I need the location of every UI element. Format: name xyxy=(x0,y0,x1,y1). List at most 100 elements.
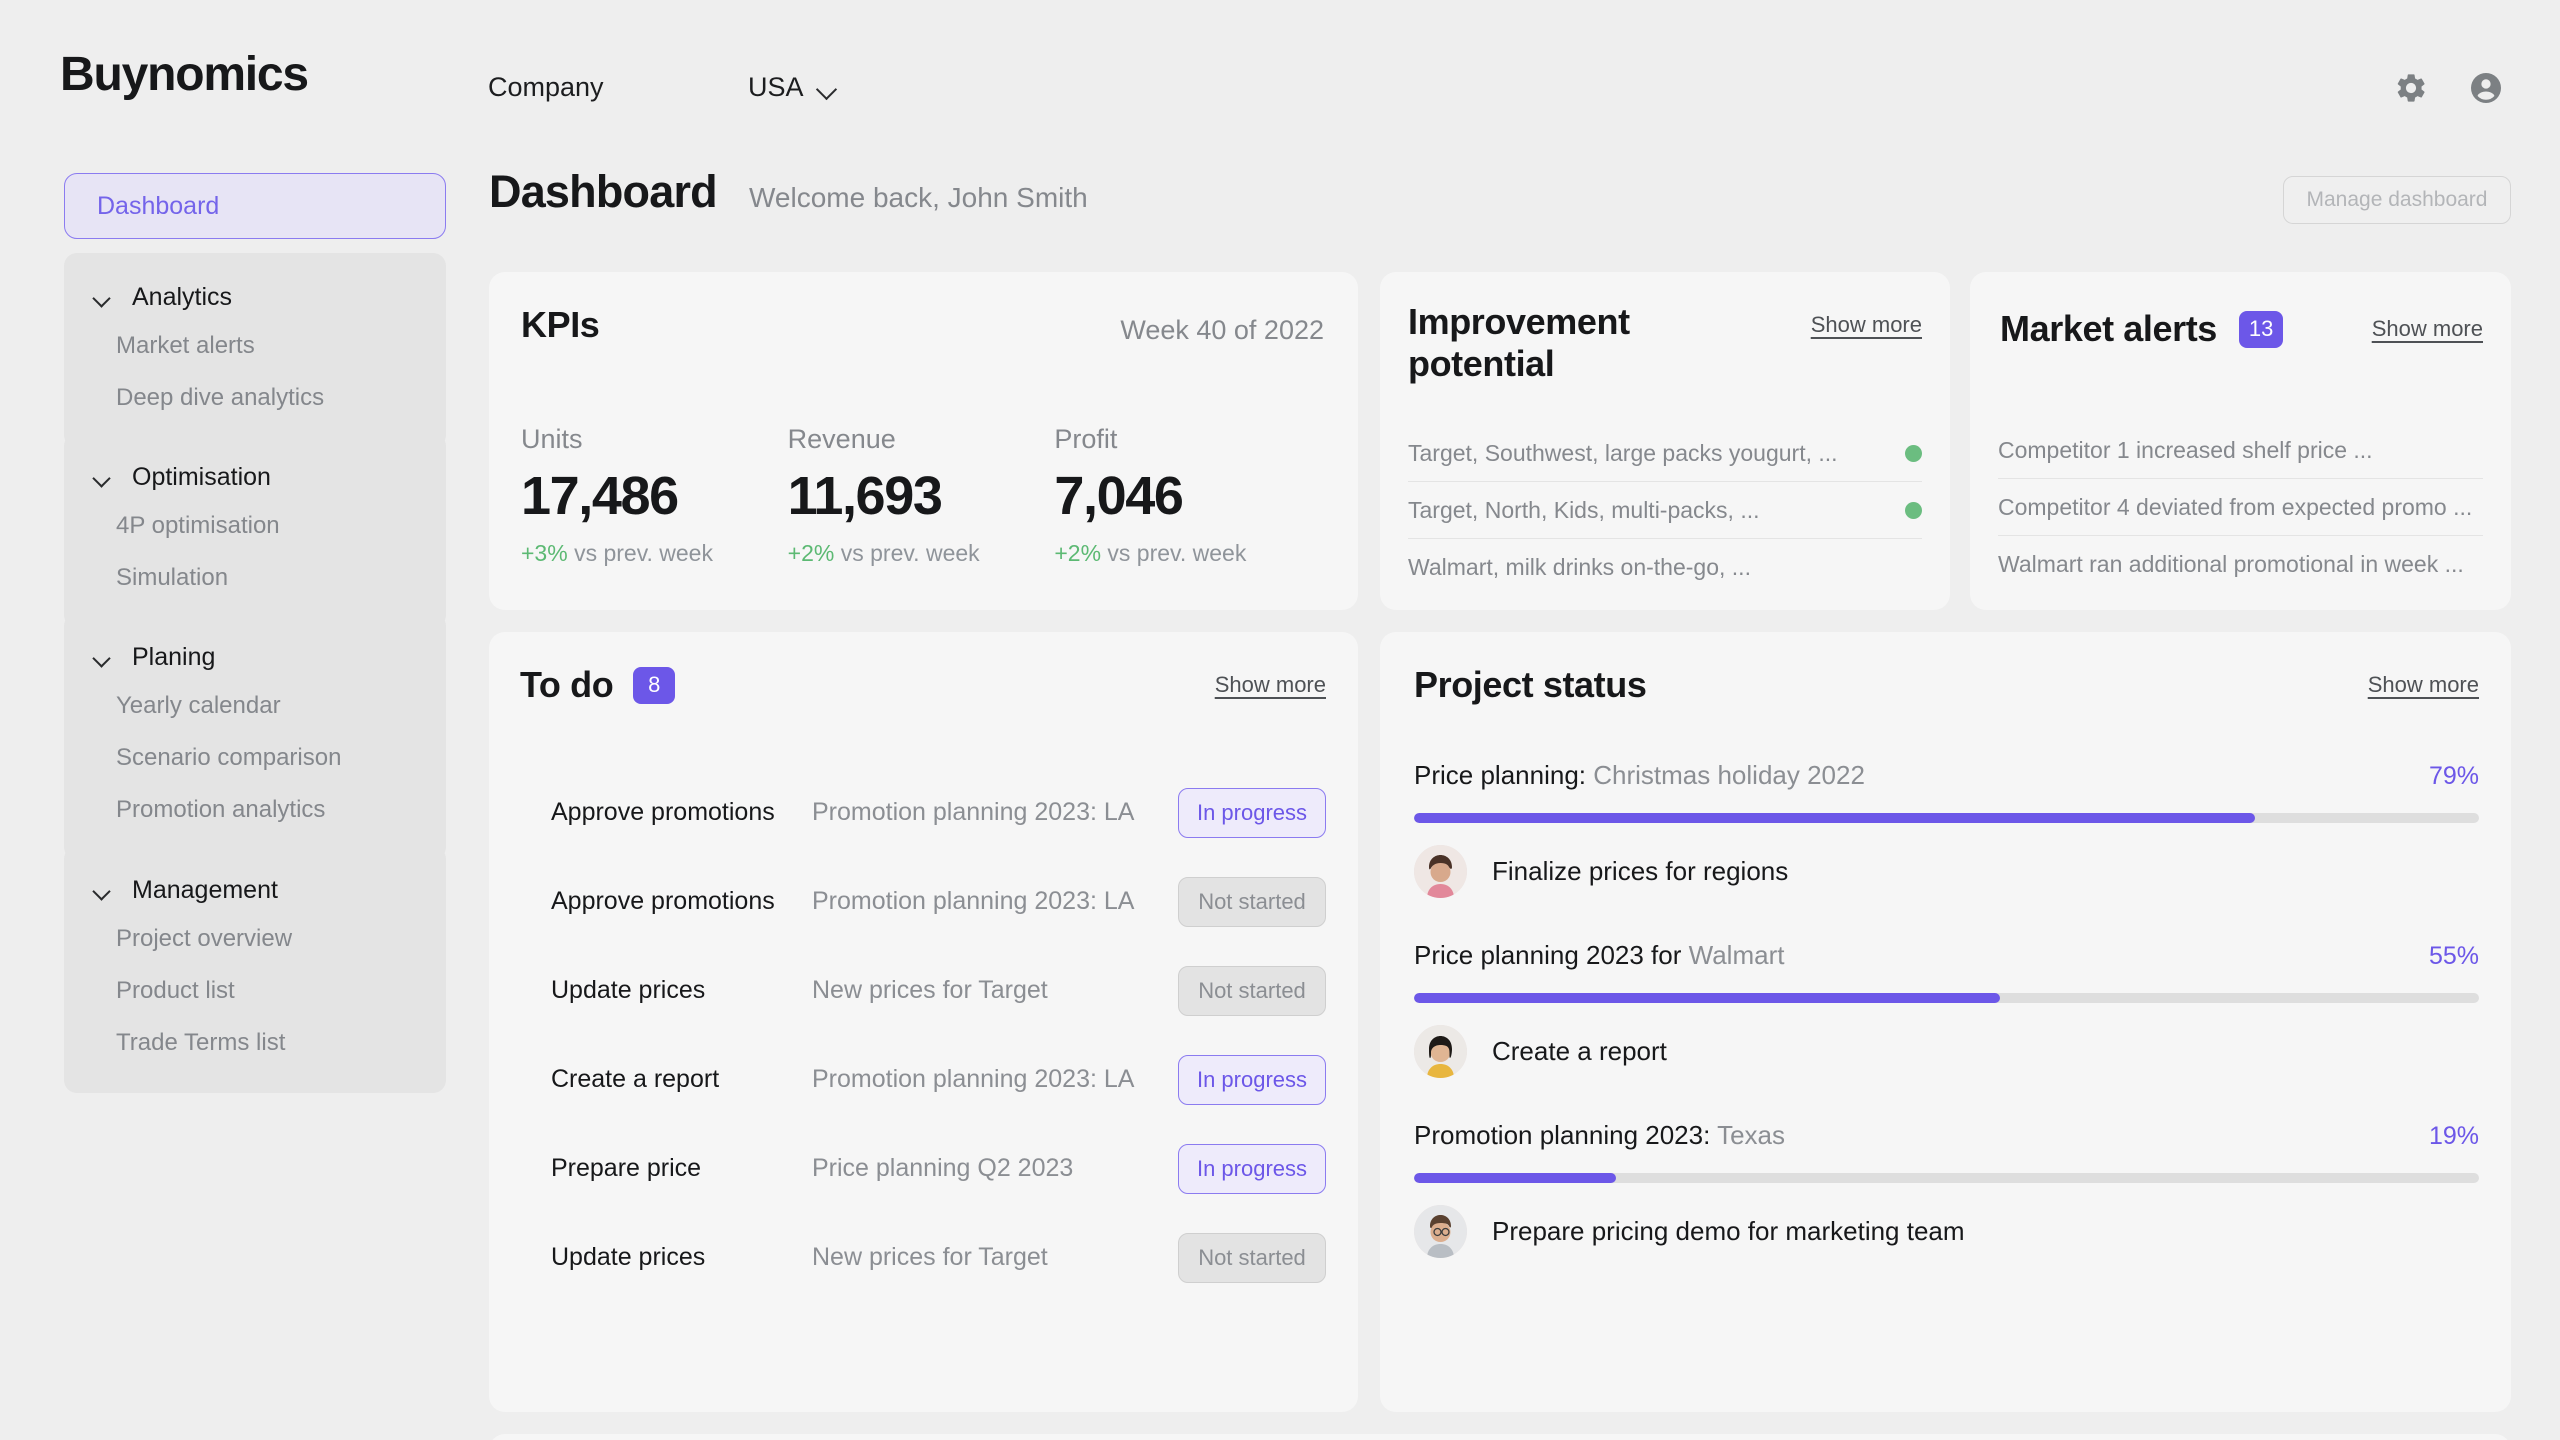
list-item[interactable]: Walmart, milk drinks on-the-go, ... xyxy=(1408,539,1922,596)
app-logo[interactable]: Buynomics xyxy=(60,47,308,102)
project-progress-fill xyxy=(1414,993,2000,1003)
sidebar-item-deep-dive-analytics[interactable]: Deep dive analytics xyxy=(64,372,446,424)
project-assignee-row: Create a report xyxy=(1414,1025,2479,1078)
list-item[interactable]: Competitor 4 deviated from expected prom… xyxy=(1998,479,2483,536)
sidebar-item-promotion-analytics[interactable]: Promotion analytics xyxy=(64,784,446,836)
project-name: Price planning: Christmas holiday 2022 xyxy=(1414,760,1865,791)
todo-project-name: New prices for Target xyxy=(812,1243,1178,1272)
kpi-revenue: Revenue 11,693 +2% vs prev. week xyxy=(788,424,1055,567)
todo-show-more-link[interactable]: Show more xyxy=(1215,672,1326,698)
project-status-card: Project status Show more Price planning:… xyxy=(1380,632,2511,1412)
project-name: Promotion planning 2023: Texas xyxy=(1414,1120,1785,1151)
kpi-delta-pct: +2% xyxy=(1054,540,1101,566)
page-title: Dashboard xyxy=(489,166,717,218)
kpi-value: 17,486 xyxy=(521,465,788,527)
project-progress-bar xyxy=(1414,993,2479,1003)
project-progress-bar xyxy=(1414,813,2479,823)
sidebar-item-project-overview[interactable]: Project overview xyxy=(64,913,446,965)
status-dot-icon xyxy=(1905,502,1922,519)
project-title-row: Price planning 2023 for Walmart 55% xyxy=(1414,940,2479,971)
todo-task-name: Update prices xyxy=(551,1243,812,1272)
region-selector[interactable]: USA xyxy=(748,72,838,103)
sidebar-group-header-analytics[interactable]: Analytics xyxy=(64,275,446,320)
todo-project-name: Promotion planning 2023: LA xyxy=(812,887,1178,916)
kpi-label: Profit xyxy=(1054,424,1321,455)
project-name-main: Price planning: xyxy=(1414,760,1586,790)
sidebar-item-4p-optimisation[interactable]: 4P optimisation xyxy=(64,500,446,552)
sidebar-group-header-management[interactable]: Management xyxy=(64,868,446,913)
sidebar-group-label: Management xyxy=(132,876,278,905)
todo-task-name: Approve promotions xyxy=(551,798,812,827)
overview-card: Overview Revenue by retailers Region:All… xyxy=(489,1434,2511,1440)
todo-status-button[interactable]: In progress xyxy=(1178,1144,1326,1194)
kpis-metric-row: Units 17,486 +3% vs prev. week Revenue 1… xyxy=(521,424,1321,567)
table-row[interactable]: Approve promotions Promotion planning 20… xyxy=(520,768,1326,857)
list-item[interactable]: Price planning: Christmas holiday 2022 7… xyxy=(1414,760,2479,898)
table-row[interactable]: Approve promotions Promotion planning 20… xyxy=(520,857,1326,946)
sidebar-item-dashboard[interactable]: Dashboard xyxy=(64,173,446,239)
kpi-label: Revenue xyxy=(788,424,1055,455)
table-row[interactable]: Create a report Promotion planning 2023:… xyxy=(520,1035,1326,1124)
project-assignee-task: Prepare pricing demo for marketing team xyxy=(1492,1216,1965,1247)
market-alerts-count-badge: 13 xyxy=(2239,311,2283,348)
table-row[interactable]: Update prices New prices for Target Not … xyxy=(520,1213,1326,1302)
list-item[interactable]: Target, Southwest, large packs yougurt, … xyxy=(1408,425,1922,482)
kpi-delta: +3% vs prev. week xyxy=(521,540,788,567)
kpi-delta-pct: +2% xyxy=(788,540,835,566)
sidebar-group-header-planing[interactable]: Planing xyxy=(64,635,446,680)
todo-status-button[interactable]: Not started xyxy=(1178,966,1326,1016)
todo-card-title: To do xyxy=(520,664,613,706)
todo-header: To do 8 Show more xyxy=(520,664,1326,706)
gear-icon[interactable] xyxy=(2394,71,2428,105)
kpi-profit: Profit 7,046 +2% vs prev. week xyxy=(1054,424,1321,567)
list-item[interactable]: Price planning 2023 for Walmart 55% xyxy=(1414,940,2479,1078)
table-row[interactable]: Prepare price Price planning Q2 2023 In … xyxy=(520,1124,1326,1213)
project-name: Price planning 2023 for Walmart xyxy=(1414,940,1784,971)
sidebar-item-product-list[interactable]: Product list xyxy=(64,965,446,1017)
project-assignee-row: Prepare pricing demo for marketing team xyxy=(1414,1205,2479,1258)
kpi-delta: +2% vs prev. week xyxy=(1054,540,1321,567)
list-item[interactable]: Competitor 1 increased shelf price ... xyxy=(1998,422,2483,479)
avatar xyxy=(1414,845,1467,898)
project-progress-fill xyxy=(1414,813,2255,823)
sidebar-item-scenario-comparison[interactable]: Scenario comparison xyxy=(64,732,446,784)
list-item[interactable]: Walmart ran additional promotional in we… xyxy=(1998,536,2483,593)
project-progress-percent: 55% xyxy=(2429,942,2479,971)
market-alerts-card: Market alerts 13 Show more Competitor 1 … xyxy=(1970,272,2511,610)
kpi-delta: +2% vs prev. week xyxy=(788,540,1055,567)
project-status-show-more-link[interactable]: Show more xyxy=(2368,672,2479,698)
todo-status-button[interactable]: In progress xyxy=(1178,788,1326,838)
market-alert-text: Walmart ran additional promotional in we… xyxy=(1998,551,2464,578)
todo-title-group: To do 8 xyxy=(520,664,675,706)
todo-status-button[interactable]: Not started xyxy=(1178,1233,1326,1283)
sidebar-item-yearly-calendar[interactable]: Yearly calendar xyxy=(64,680,446,732)
kpis-card-title: KPIs xyxy=(521,304,599,346)
list-item[interactable]: Target, North, Kids, multi-packs, ... xyxy=(1408,482,1922,539)
manage-dashboard-button[interactable]: Manage dashboard xyxy=(2283,176,2511,224)
page-header: Dashboard Welcome back, John Smith Manag… xyxy=(489,152,2560,260)
table-row[interactable]: Update prices New prices for Target Not … xyxy=(520,946,1326,1035)
todo-project-name: Price planning Q2 2023 xyxy=(812,1154,1178,1183)
kpi-value: 11,693 xyxy=(788,465,1055,527)
improvement-show-more-link[interactable]: Show more xyxy=(1811,312,1922,338)
improvement-item-text: Target, Southwest, large packs yougurt, … xyxy=(1408,440,1838,467)
region-selector-value: USA xyxy=(748,72,804,103)
market-alerts-show-more-link[interactable]: Show more xyxy=(2372,316,2483,342)
todo-task-name: Prepare price xyxy=(551,1154,812,1183)
sidebar-group-header-optimisation[interactable]: Optimisation xyxy=(64,455,446,500)
sidebar-group-management: Management Project overview Product list… xyxy=(64,846,446,1093)
project-title-row: Promotion planning 2023: Texas 19% xyxy=(1414,1120,2479,1151)
market-alerts-title-group: Market alerts 13 xyxy=(2000,308,2283,350)
kpi-value: 7,046 xyxy=(1054,465,1321,527)
sidebar-item-market-alerts[interactable]: Market alerts xyxy=(64,320,446,372)
todo-status-button[interactable]: In progress xyxy=(1178,1055,1326,1105)
project-title-row: Price planning: Christmas holiday 2022 7… xyxy=(1414,760,2479,791)
list-item[interactable]: Promotion planning 2023: Texas 19% xyxy=(1414,1120,2479,1258)
todo-status-button[interactable]: Not started xyxy=(1178,877,1326,927)
market-alerts-card-title: Market alerts xyxy=(2000,308,2217,350)
top-bar-actions xyxy=(2394,70,2504,106)
account-circle-icon[interactable] xyxy=(2468,70,2504,106)
chevron-down-icon xyxy=(94,472,112,483)
sidebar-item-simulation[interactable]: Simulation xyxy=(64,552,446,604)
sidebar-item-trade-terms-list[interactable]: Trade Terms list xyxy=(64,1017,446,1069)
